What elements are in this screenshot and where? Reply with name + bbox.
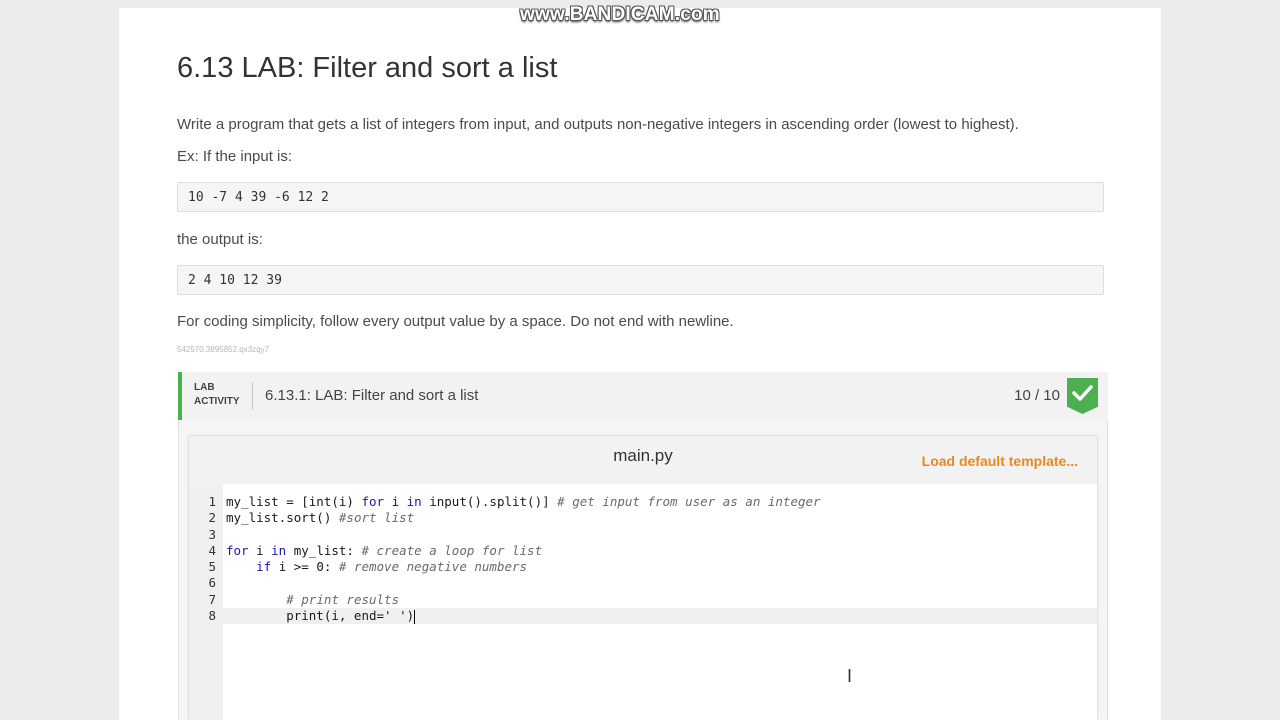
example-output-block: 2 4 10 12 39	[177, 265, 1104, 295]
line-number: 8	[208, 608, 216, 624]
lab-score: 10 / 10	[1014, 387, 1060, 404]
output-intro-text: the output is:	[177, 231, 263, 248]
line-number: 2	[208, 510, 216, 526]
line-number: 7	[208, 591, 216, 607]
code-line[interactable]: 4 for i in my_list: # create a loop for l…	[189, 543, 1097, 559]
line-number: 4	[208, 542, 216, 558]
recorder-watermark: www.BANDICAM.com	[520, 4, 720, 25]
right-gutter	[1161, 0, 1280, 720]
line-number: 1	[208, 494, 216, 509]
code-editor[interactable]: 1 my_list = [int(i) for i in input().spli…	[189, 484, 1097, 720]
reference-id: 542570.3895852.qx3zqy7	[177, 345, 270, 354]
editor-header: main.py Load default template...	[189, 436, 1097, 484]
line-number: 3	[208, 526, 216, 542]
code-line[interactable]: 3	[189, 527, 1097, 543]
content-page: 6.13 LAB: Filter and sort a list Write a…	[119, 0, 1161, 720]
code-line[interactable]: 6	[189, 575, 1097, 591]
example-input-block: 10 -7 4 39 -6 12 2	[177, 182, 1104, 212]
code-line[interactable]: 7 # print results	[189, 592, 1097, 608]
lab-divider	[252, 382, 253, 410]
lab-activity-tag: LAB ACTIVITY	[194, 381, 240, 409]
lab-activity-title: 6.13.1: LAB: Filter and sort a list	[265, 387, 479, 404]
ibeam-cursor-icon: I	[847, 666, 853, 686]
code-line-active[interactable]: 8 print(i, end=' ')	[189, 608, 1097, 625]
code-line[interactable]: 1 my_list = [int(i) for i in input().spli…	[189, 494, 1097, 510]
description-text: Write a program that gets a list of inte…	[177, 116, 1019, 133]
note-text: For coding simplicity, follow every outp…	[177, 313, 734, 330]
code-line[interactable]: 5 if i >= 0: # remove negative numbers	[189, 559, 1097, 575]
code-editor-card: main.py Load default template... 1 my_lis…	[189, 436, 1097, 720]
lab-tag-line2: ACTIVITY	[194, 396, 240, 407]
text-caret	[414, 609, 416, 624]
line-number: 5	[208, 559, 216, 575]
code-line[interactable]: 2 my_list.sort() #sort list	[189, 510, 1097, 526]
load-default-template-link[interactable]: Load default template...	[922, 453, 1078, 469]
completed-check-icon	[1067, 378, 1098, 414]
lab-tag-line1: LAB	[194, 382, 215, 393]
code-lines[interactable]: 1 my_list = [int(i) for i in input().spli…	[189, 494, 1097, 625]
line-number: 6	[208, 575, 216, 591]
left-gutter	[0, 0, 119, 720]
lab-activity-header: LAB ACTIVITY 6.13.1: LAB: Filter and sor…	[178, 372, 1108, 420]
page-title: 6.13 LAB: Filter and sort a list	[177, 52, 558, 84]
example-intro-text: Ex: If the input is:	[177, 148, 293, 165]
